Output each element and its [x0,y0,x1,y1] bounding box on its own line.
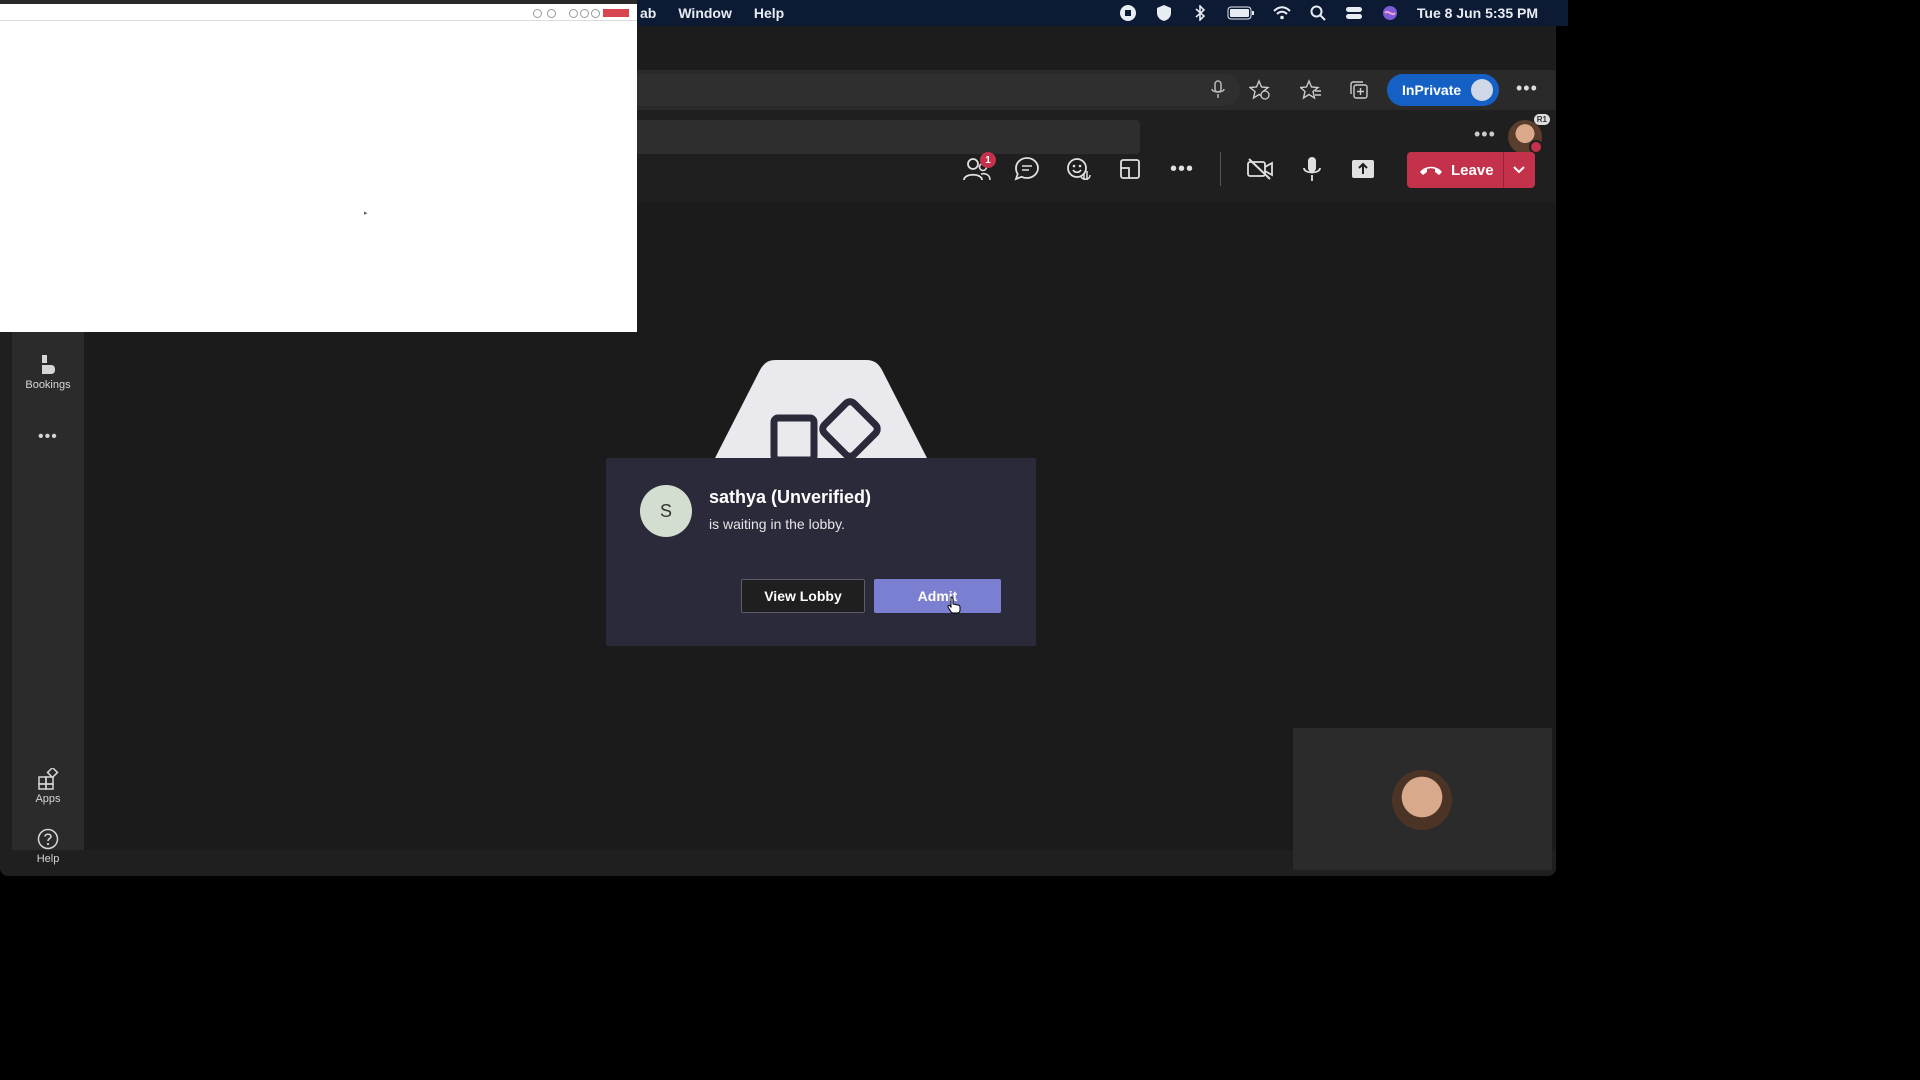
rail-item-help[interactable]: Help [12,828,84,865]
bookings-icon [37,354,59,376]
preview-leave-button [603,9,629,17]
menu-tab[interactable]: ab [640,5,656,21]
participants-badge: 1 [980,152,996,168]
preview-toolbar-icon [533,9,542,18]
lobby-user-avatar: S [640,485,692,537]
bluetooth-icon[interactable] [1191,5,1209,21]
preview-divider [0,20,637,21]
add-favorite-icon[interactable] [1248,78,1272,102]
preview-cursor-icon: ▸ [364,210,368,217]
admit-button[interactable]: Admit [874,579,1001,613]
spotlight-search-icon[interactable] [1309,5,1327,21]
toolbar-separator [1220,152,1221,186]
reactions-icon[interactable] [1064,154,1094,184]
hang-up-icon [1420,166,1442,175]
apps-label: Apps [35,793,61,805]
menubar-clock[interactable]: Tue 8 Jun 5:35 PM [1417,5,1538,21]
more-actions-icon[interactable]: ••• [1167,154,1197,184]
preview-toolbar-icon [591,9,600,18]
chat-icon[interactable] [1012,154,1042,184]
meeting-illustration [714,360,928,460]
help-label: Help [36,853,60,865]
floating-preview-window[interactable]: ▸ [0,0,637,332]
self-avatar [1392,770,1452,830]
collections-icon[interactable] [1347,78,1371,102]
chevron-down-icon[interactable] [1510,160,1528,182]
vpn-shield-icon[interactable] [1155,5,1173,21]
rooms-icon[interactable] [1115,154,1145,184]
bookings-label: Bookings [25,379,71,391]
favorites-icon[interactable] [1299,78,1323,102]
profile-badge: R1 [1533,114,1550,125]
profile-avatar[interactable]: R1 [1508,114,1550,154]
wifi-icon[interactable] [1273,5,1291,21]
browser-more-icon[interactable]: ••• [1516,78,1538,99]
camera-off-icon[interactable] [1245,154,1275,184]
self-video-preview[interactable] [1293,728,1552,870]
share-screen-icon[interactable] [1348,154,1378,184]
apps-icon [37,768,59,790]
inprivate-button[interactable]: InPrivate [1387,74,1499,106]
status-items: Tue 8 Jun 5:35 PM [1119,5,1538,21]
siri-icon[interactable] [1381,5,1399,21]
menu-window[interactable]: Window [678,5,732,21]
view-lobby-button[interactable]: View Lobby [741,579,865,613]
inprivate-label: InPrivate [1402,82,1462,98]
preview-toolbar-icon [580,9,589,18]
rail-item-bookings[interactable]: Bookings [12,354,84,391]
help-icon [37,828,59,850]
battery-icon[interactable] [1227,5,1255,21]
lobby-user-name: sathya (Unverified) [709,487,872,507]
teams-more-icon[interactable]: ••• [1474,124,1496,145]
control-center-icon[interactable] [1345,5,1363,21]
lobby-message: is waiting in the lobby. [709,516,845,532]
screen-bottom-edge [0,876,1568,882]
microphone-icon[interactable] [1297,154,1327,184]
screen-record-icon[interactable] [1119,5,1137,21]
preview-toolbar-icon [547,9,556,18]
leave-label: Leave [1451,161,1494,179]
preview-toolbar-icon [569,9,578,18]
rail-item-apps[interactable]: Apps [12,768,84,805]
lobby-notification: S sathya (Unverified) is waiting in the … [606,458,1036,646]
leave-divider [1503,152,1504,188]
microphone-permission-icon[interactable] [1206,78,1230,102]
hand-cursor-icon [947,596,961,614]
leave-button[interactable]: Leave [1407,152,1535,188]
menu-help[interactable]: Help [754,5,784,21]
inprivate-avatar-icon [1471,79,1493,101]
preview-top-edge [0,0,637,4]
more-apps-icon[interactable]: ••• [38,428,58,446]
app-menus: ab Window Help [640,5,784,21]
